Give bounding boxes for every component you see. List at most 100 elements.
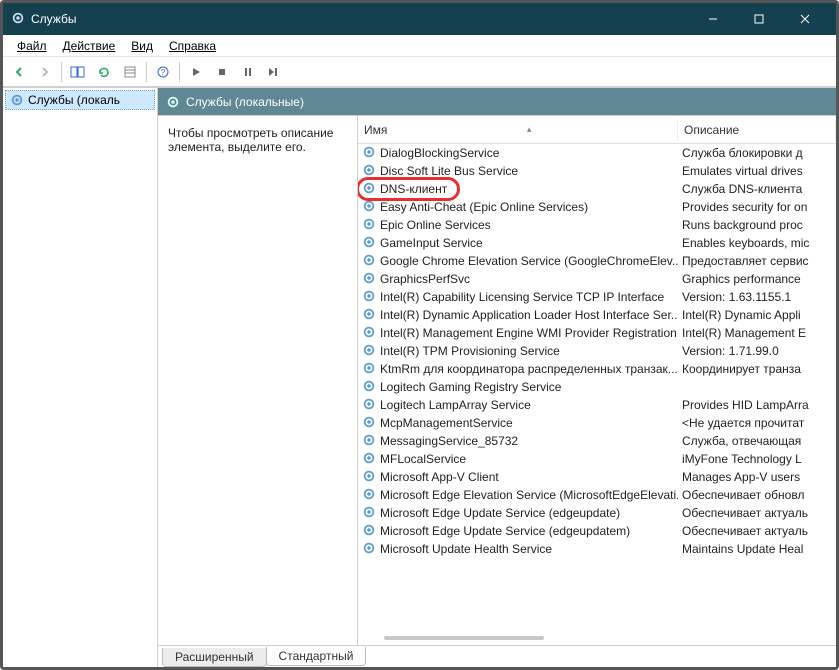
gear-icon	[362, 235, 376, 252]
refresh-button[interactable]	[92, 60, 116, 84]
services-icon	[11, 11, 25, 28]
service-row[interactable]: GameInput ServiceEnables keyboards, mic	[358, 234, 836, 252]
service-description: Intel(R) Management E	[678, 326, 836, 340]
tree-panel: Службы (локаль	[3, 88, 158, 667]
start-service-button[interactable]	[184, 60, 208, 84]
service-name: Intel(R) Capability Licensing Service TC…	[380, 290, 664, 304]
service-row[interactable]: Microsoft Update Health Service Maintains…	[358, 540, 836, 558]
service-row[interactable]: Logitech LampArray ServiceProvides HID L…	[358, 396, 836, 414]
service-name: Microsoft App-V Client	[380, 470, 499, 484]
titlebar: Службы	[3, 3, 836, 35]
menu-action[interactable]: Действие	[55, 37, 124, 55]
gear-icon	[362, 397, 376, 414]
back-button[interactable]	[7, 60, 31, 84]
description-text: Чтобы просмотреть описание элемента, выд…	[168, 126, 347, 154]
service-name: DNS-клиент	[380, 182, 447, 196]
show-hide-tree-button[interactable]	[66, 60, 90, 84]
service-description: Обеспечивает обновл	[678, 488, 836, 502]
service-description: Intel(R) Dynamic Appli	[678, 308, 836, 322]
pause-service-button[interactable]	[236, 60, 260, 84]
service-row[interactable]: Easy Anti-Cheat (Epic Online Services) Pr…	[358, 198, 836, 216]
column-description[interactable]: Описание	[678, 119, 836, 141]
service-description: Служба блокировки д	[678, 146, 836, 160]
service-name: GraphicsPerfSvc	[380, 272, 470, 286]
service-description: Graphics performance	[678, 272, 836, 286]
close-button[interactable]	[782, 3, 828, 35]
toolbar: ?	[3, 57, 836, 87]
forward-button[interactable]	[33, 60, 57, 84]
gear-icon	[10, 93, 24, 107]
gear-icon	[362, 361, 376, 378]
service-row[interactable]: MessagingService_85732Служба, отвечающая	[358, 432, 836, 450]
help-button[interactable]: ?	[151, 60, 175, 84]
tabs-bar: Расширенный Стандартный	[158, 645, 836, 667]
service-description: Предоставляет сервис	[678, 254, 836, 268]
gear-icon	[362, 379, 376, 396]
service-row[interactable]: McpManagementService<Не удается прочитат	[358, 414, 836, 432]
service-name: Microsoft Update Health Service	[380, 542, 552, 556]
service-name: Easy Anti-Cheat (Epic Online Services)	[380, 200, 588, 214]
service-description: Обеспечивает актуаль	[678, 524, 836, 538]
service-row[interactable]: MFLocalServiceiMyFone Technology L	[358, 450, 836, 468]
service-row[interactable]: Google Chrome Elevation Service (GoogleC…	[358, 252, 836, 270]
gear-icon	[362, 505, 376, 522]
service-name: Google Chrome Elevation Service (GoogleC…	[380, 254, 678, 268]
services-list: Имя ▴ Описание DialogBlockingService Служ…	[358, 116, 836, 645]
service-name: GameInput Service	[380, 236, 483, 250]
service-row[interactable]: DialogBlockingService Служба блокировки д	[358, 144, 836, 162]
service-description: Provides HID LampArra	[678, 398, 836, 412]
tab-standard[interactable]: Стандартный	[266, 647, 367, 666]
service-row[interactable]: Microsoft Edge Update Service (edgeupdat…	[358, 522, 836, 540]
menu-view[interactable]: Вид	[123, 37, 161, 55]
service-description: Maintains Update Heal	[678, 542, 836, 556]
service-description: Координирует транза	[678, 362, 836, 376]
menu-help[interactable]: Справка	[161, 37, 224, 55]
gear-icon	[362, 253, 376, 270]
tab-extended[interactable]: Расширенный	[162, 648, 267, 667]
service-name: Microsoft Edge Update Service (edgeupdat…	[380, 506, 620, 520]
service-name: Microsoft Edge Elevation Service (Micros…	[380, 488, 678, 502]
menu-file[interactable]: Файл	[9, 37, 55, 55]
service-description: Version: 1.71.99.0	[678, 344, 836, 358]
service-row[interactable]: Logitech Gaming Registry Service	[358, 378, 836, 396]
export-list-button[interactable]	[118, 60, 142, 84]
service-row[interactable]: DNS-клиент Служба DNS-клиента	[358, 180, 836, 198]
gear-icon	[362, 415, 376, 432]
panel-title: Службы (локальные)	[186, 95, 304, 109]
service-row[interactable]: Microsoft App-V ClientManages App-V user…	[358, 468, 836, 486]
service-name: Epic Online Services	[380, 218, 491, 232]
service-row[interactable]: Disc Soft Lite Bus ServiceEmulates virtu…	[358, 162, 836, 180]
restart-service-button[interactable]	[262, 60, 286, 84]
gear-icon	[362, 145, 376, 162]
service-row[interactable]: Intel(R) Capability Licensing Service TC…	[358, 288, 836, 306]
service-description: Служба DNS-клиента	[678, 182, 836, 196]
tree-root-label: Службы (локаль	[28, 93, 120, 107]
tree-root-services[interactable]: Службы (локаль	[5, 90, 155, 110]
horizontal-scrollbar[interactable]	[364, 633, 824, 643]
service-row[interactable]: GraphicsPerfSvc Graphics performance	[358, 270, 836, 288]
service-description: Runs background proc	[678, 218, 836, 232]
service-description: Emulates virtual drives	[678, 164, 836, 178]
service-row[interactable]: Intel(R) TPM Provisioning ServiceVersion…	[358, 342, 836, 360]
service-name: Intel(R) Management Engine WMI Provider …	[380, 326, 677, 340]
gear-icon	[362, 307, 376, 324]
service-row[interactable]: Microsoft Edge Elevation Service (Micros…	[358, 486, 836, 504]
service-description: Обеспечивает актуаль	[678, 506, 836, 520]
maximize-button[interactable]	[736, 3, 782, 35]
service-description: Служба, отвечающая	[678, 434, 836, 448]
service-name: DialogBlockingService	[380, 146, 499, 160]
service-description: Provides security for on	[678, 200, 836, 214]
service-description: <Не удается прочитат	[678, 416, 836, 430]
service-name: MFLocalService	[380, 452, 466, 466]
service-row[interactable]: Epic Online Services Runs background proc	[358, 216, 836, 234]
stop-service-button[interactable]	[210, 60, 234, 84]
service-name: Microsoft Edge Update Service (edgeupdat…	[380, 524, 630, 538]
service-row[interactable]: KtmRm для координатора распределенных тр…	[358, 360, 836, 378]
service-description: Version: 1.63.1155.1	[678, 290, 836, 304]
service-row[interactable]: Intel(R) Management Engine WMI Provider …	[358, 324, 836, 342]
gear-icon	[362, 343, 376, 360]
service-row[interactable]: Microsoft Edge Update Service (edgeupdat…	[358, 504, 836, 522]
minimize-button[interactable]	[690, 3, 736, 35]
column-name[interactable]: Имя ▴	[358, 119, 678, 141]
service-row[interactable]: Intel(R) Dynamic Application Loader Host…	[358, 306, 836, 324]
